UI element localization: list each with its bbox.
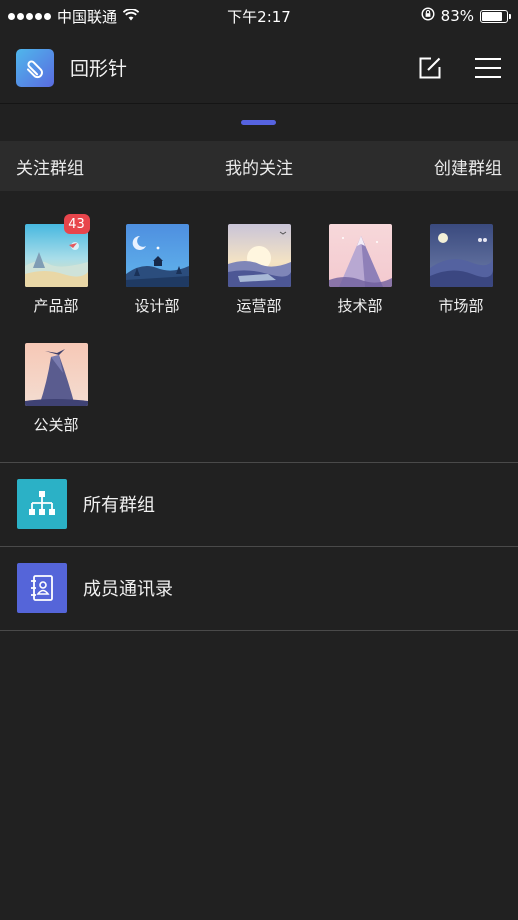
wifi-icon — [122, 7, 140, 25]
section-tab-bar: 关注群组 我的关注 创建群组 — [0, 141, 518, 191]
group-thumbnail — [227, 224, 291, 287]
app-title: 回形针 — [70, 58, 128, 80]
signal-strength-icon — [8, 12, 51, 20]
contacts-book-icon — [17, 563, 67, 613]
tab-followed-groups[interactable]: 关注群组 — [16, 154, 84, 179]
group-item-design[interactable]: 设计部 — [117, 224, 197, 316]
group-thumbnail — [429, 224, 493, 287]
group-label: 设计部 — [134, 297, 180, 315]
unread-badge: 43 — [63, 214, 90, 234]
all-groups-label: 所有群组 — [83, 495, 155, 516]
compose-icon[interactable] — [416, 54, 444, 82]
tab-my-follows[interactable]: 我的关注 — [225, 154, 293, 179]
page-indicator-row — [0, 104, 518, 141]
hamburger-menu-icon[interactable] — [474, 54, 502, 82]
group-label: 运营部 — [236, 297, 282, 315]
battery-percent: 83% — [440, 7, 474, 25]
group-label: 产品部 — [33, 297, 79, 315]
group-label: 技术部 — [337, 297, 383, 315]
tab-create-group[interactable]: 创建群组 — [434, 154, 502, 179]
group-thumb-wrap: 43 — [24, 214, 90, 287]
carrier-name: 中国联通 — [57, 7, 118, 26]
group-label: 市场部 — [438, 297, 484, 315]
status-left: 中国联通 — [8, 6, 140, 27]
group-item-operations[interactable]: 运营部 — [219, 224, 299, 316]
group-label: 公关部 — [33, 416, 79, 434]
app-header: 回形针 — [0, 32, 518, 104]
group-item-pr[interactable]: 公关部 — [16, 343, 96, 435]
divider — [0, 630, 518, 631]
group-thumbnail — [24, 343, 88, 406]
all-groups-row[interactable]: 所有群组 — [0, 462, 518, 546]
page-indicator[interactable] — [241, 120, 276, 125]
group-thumbnail — [328, 224, 392, 287]
group-item-product[interactable]: 43 产品部 — [16, 214, 96, 316]
status-bar: 中国联通 下午2:17 83% — [0, 0, 518, 32]
rotation-lock-icon — [421, 7, 435, 25]
member-directory-row[interactable]: 成员通讯录 — [0, 546, 518, 630]
battery-icon — [480, 9, 511, 23]
group-item-marketing[interactable]: 市场部 — [421, 224, 501, 316]
group-grid: 43 产品部 设计部 运营部 技术部 市场部 公关部 — [0, 191, 518, 462]
member-directory-label: 成员通讯录 — [83, 579, 173, 600]
battery-level — [482, 11, 502, 21]
group-item-tech[interactable]: 技术部 — [320, 224, 400, 316]
paperclip-icon — [16, 48, 54, 87]
group-thumbnail — [125, 224, 189, 287]
org-chart-icon — [17, 479, 67, 529]
header-actions — [416, 54, 502, 82]
status-right: 83% — [421, 7, 511, 25]
